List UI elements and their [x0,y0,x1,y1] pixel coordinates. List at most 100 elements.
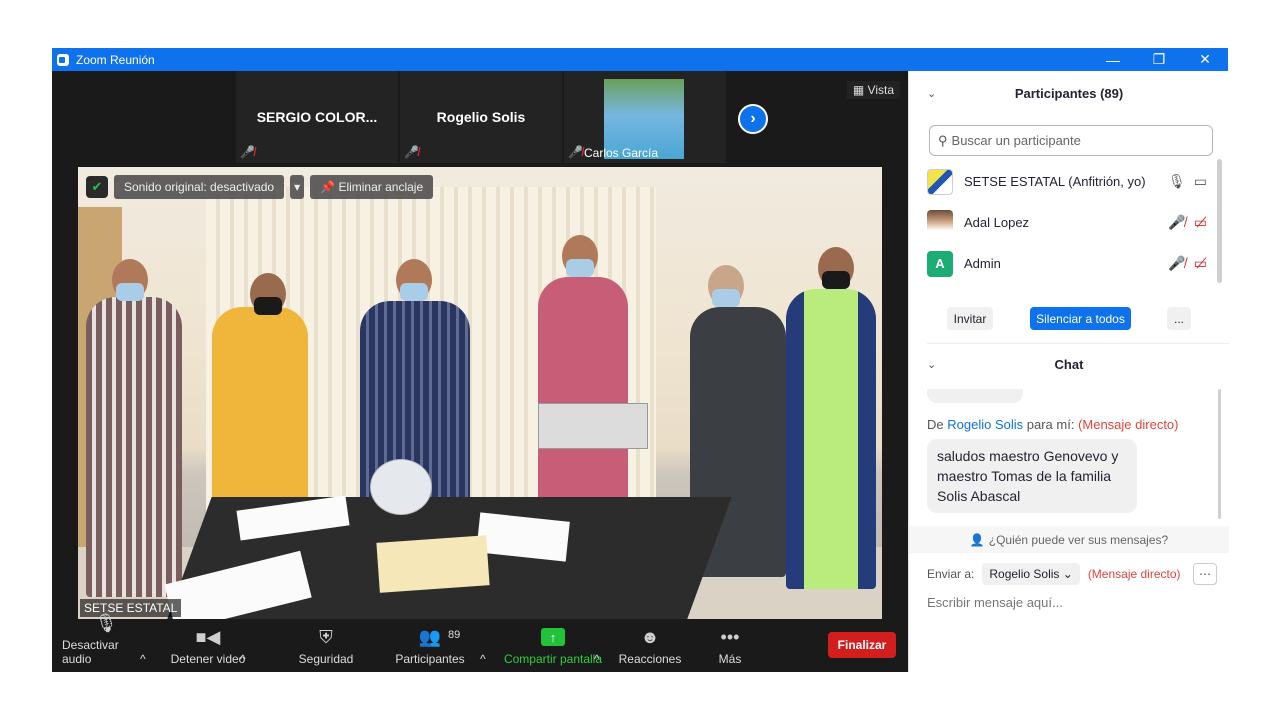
chat-scrollbar[interactable] [1218,389,1221,519]
direct-message-tag: (Mensaje directo) [1078,417,1179,432]
microphone-icon[interactable]: 🎙 [1168,173,1186,190]
reactions-label: Reacciones [618,652,682,666]
camera-off-icon[interactable]: ▭̸ [1194,255,1207,272]
camera-off-icon[interactable]: ▭̸ [1194,214,1207,231]
camera-icon[interactable]: ▭ [1194,173,1207,190]
end-meeting-button[interactable]: Finalizar [828,632,896,658]
close-button[interactable]: ✕ [1182,48,1228,71]
participants-label: Participantes [395,652,465,666]
share-screen-button[interactable]: ↑ Compartir pantalla [502,621,604,672]
thumbnail-strip: SERGIO COLOR... 🎤̸ Rogelio Solis 🎤̸ 🎤̸ C… [236,71,728,163]
who-can-see-link[interactable]: 👤 ¿Quién puede ver sus mensajes? [909,526,1229,553]
participant-row[interactable]: SETSE ESTATAL (Anfitrión, yo) 🎙 ▭ [909,161,1229,202]
participant-row[interactable]: Adal Lopez 🎤̸ ▭̸ [909,202,1229,243]
participant-name: SETSE ESTATAL (Anfitrión, yo) [964,174,1146,189]
person [786,289,876,589]
invite-button[interactable]: Invitar [947,307,993,330]
tile-name: SERGIO COLOR... [256,109,378,125]
participants-header: ⌄ Participantes (89) [909,71,1229,115]
search-icon: ⚲ [938,132,948,148]
avatar: A [927,250,953,277]
divider [927,343,1229,344]
reactions-button[interactable]: ☻ Reacciones [618,621,682,672]
active-speaker-video: ✔ Sonido original: desactivado ▾ 📌 Elimi… [78,167,882,619]
previous-message-bubble [927,389,1023,403]
chevron-down-icon: ⌄ [1062,567,1073,581]
view-label: Vista [867,83,894,97]
microphone-icon: 🎙 [94,613,118,633]
more-options-button[interactable]: ... [1167,307,1191,330]
face-mask [566,259,594,277]
emoji-icon: ☻ [640,626,660,647]
video-options-caret[interactable]: ^ [240,621,246,672]
mute-audio-button[interactable]: 🎙 Desactivar audio [62,613,150,672]
face-mask [116,283,144,301]
face-mask [712,289,740,307]
next-page-button[interactable]: › [738,104,768,134]
muted-mic-icon[interactable]: 🎤̸ [1168,214,1185,231]
grid-icon: ▦ [852,83,865,97]
zoom-logo-icon [57,53,69,66]
participants-title: Participantes (89) [1014,85,1124,101]
recipient-dropdown[interactable]: Rogelio Solis ⌄ [982,563,1080,585]
stop-video-button[interactable]: ■◀ Detener video [166,621,250,672]
meeting-area: SERGIO COLOR... 🎤̸ Rogelio Solis 🎤̸ 🎤̸ C… [52,71,908,672]
view-button[interactable]: ▦ Vista [846,81,900,99]
security-button[interactable]: ⛨ Seguridad [292,621,360,672]
collapse-chevron-icon[interactable]: ⌄ [927,87,936,100]
participant-status-icons: 🎤̸ ▭̸ [1168,214,1207,231]
sound-dropdown-icon[interactable]: ▾ [290,175,305,199]
unpin-button[interactable]: 📌 Eliminar anclaje [310,175,434,199]
participant-search-input[interactable]: ⚲ Buscar un participante [929,125,1213,156]
ellipsis-icon: ••• [720,626,740,647]
chat-message-input[interactable]: Escribir mensaje aquí... [927,595,1063,610]
face-mask [822,271,850,289]
share-screen-icon: ↑ [541,626,565,648]
raffle-drum [538,403,648,449]
chat-header: ⌄ Chat [909,345,1229,383]
avatar [927,209,953,236]
sender-name[interactable]: Rogelio Solis [947,417,1023,432]
thumbnail-tile[interactable]: 🎤̸ Carlos García [564,71,726,163]
meeting-toolbar: 🎙 Desactivar audio ^ ■◀ Detener video ^ … [52,613,908,672]
chat-title: Chat [1054,356,1084,372]
from-prefix: De [927,417,944,432]
side-panel: ⌄ Participantes (89) ⚲ Buscar un partici… [908,71,1229,672]
muted-mic-icon: 🎤̸ [240,145,255,159]
zoom-window: Zoom Reunión — ❐ ✕ SERGIO COLOR... 🎤̸ Ro… [52,48,1229,672]
tile-name: Rogelio Solis [436,109,526,125]
original-sound-button[interactable]: Sonido original: desactivado [114,175,285,199]
pin-icon: 📌 [320,180,336,194]
collapse-chevron-icon[interactable]: ⌄ [927,358,936,371]
muted-mic-icon[interactable]: 🎤̸ [1168,255,1185,272]
recipient-value: Rogelio Solis [989,567,1060,581]
minimize-button[interactable]: — [1090,48,1136,71]
person-lock-icon: 👤 [969,532,985,547]
participants-options-caret[interactable]: ^ [480,621,486,672]
participant-status-icons: 🎤̸ ▭̸ [1168,255,1207,272]
thumbnail-tile[interactable]: Rogelio Solis 🎤̸ [400,71,562,163]
mute-all-button[interactable]: Silenciar a todos [1030,307,1131,330]
glass-bowl [370,459,432,515]
send-to-label: Enviar a: [927,567,975,581]
people-icon: 👥 [418,626,442,647]
muted-mic-icon: 🎤̸ [568,145,583,159]
restore-button[interactable]: ❐ [1136,48,1182,71]
folder [376,535,490,593]
thumbnail-tile[interactable]: SERGIO COLOR... 🎤̸ [236,71,398,163]
mute-audio-label: Desactivar audio [62,638,119,666]
participant-list: SETSE ESTATAL (Anfitrión, yo) 🎙 ▭ Adal L… [909,161,1229,284]
audio-options-caret[interactable]: ^ [140,621,146,672]
video-overlay-controls: ✔ Sonido original: desactivado ▾ 📌 Elimi… [86,175,434,199]
share-options-caret[interactable]: ^ [594,621,600,672]
participant-list-scrollbar[interactable] [1217,159,1222,283]
more-button[interactable]: ••• Más [712,621,748,672]
title-bar: Zoom Reunión — ❐ ✕ [52,48,1228,71]
shield-icon: ⛨ [319,626,333,647]
chat-more-button[interactable]: ⋯ [1193,563,1217,585]
from-suffix: para mí: [1026,417,1075,432]
participant-row[interactable]: A Admin 🎤̸ ▭̸ [909,243,1229,284]
unpin-label: Eliminar anclaje [338,180,424,194]
encryption-shield-icon[interactable]: ✔ [86,176,108,198]
tile-name: Carlos García [584,146,659,160]
